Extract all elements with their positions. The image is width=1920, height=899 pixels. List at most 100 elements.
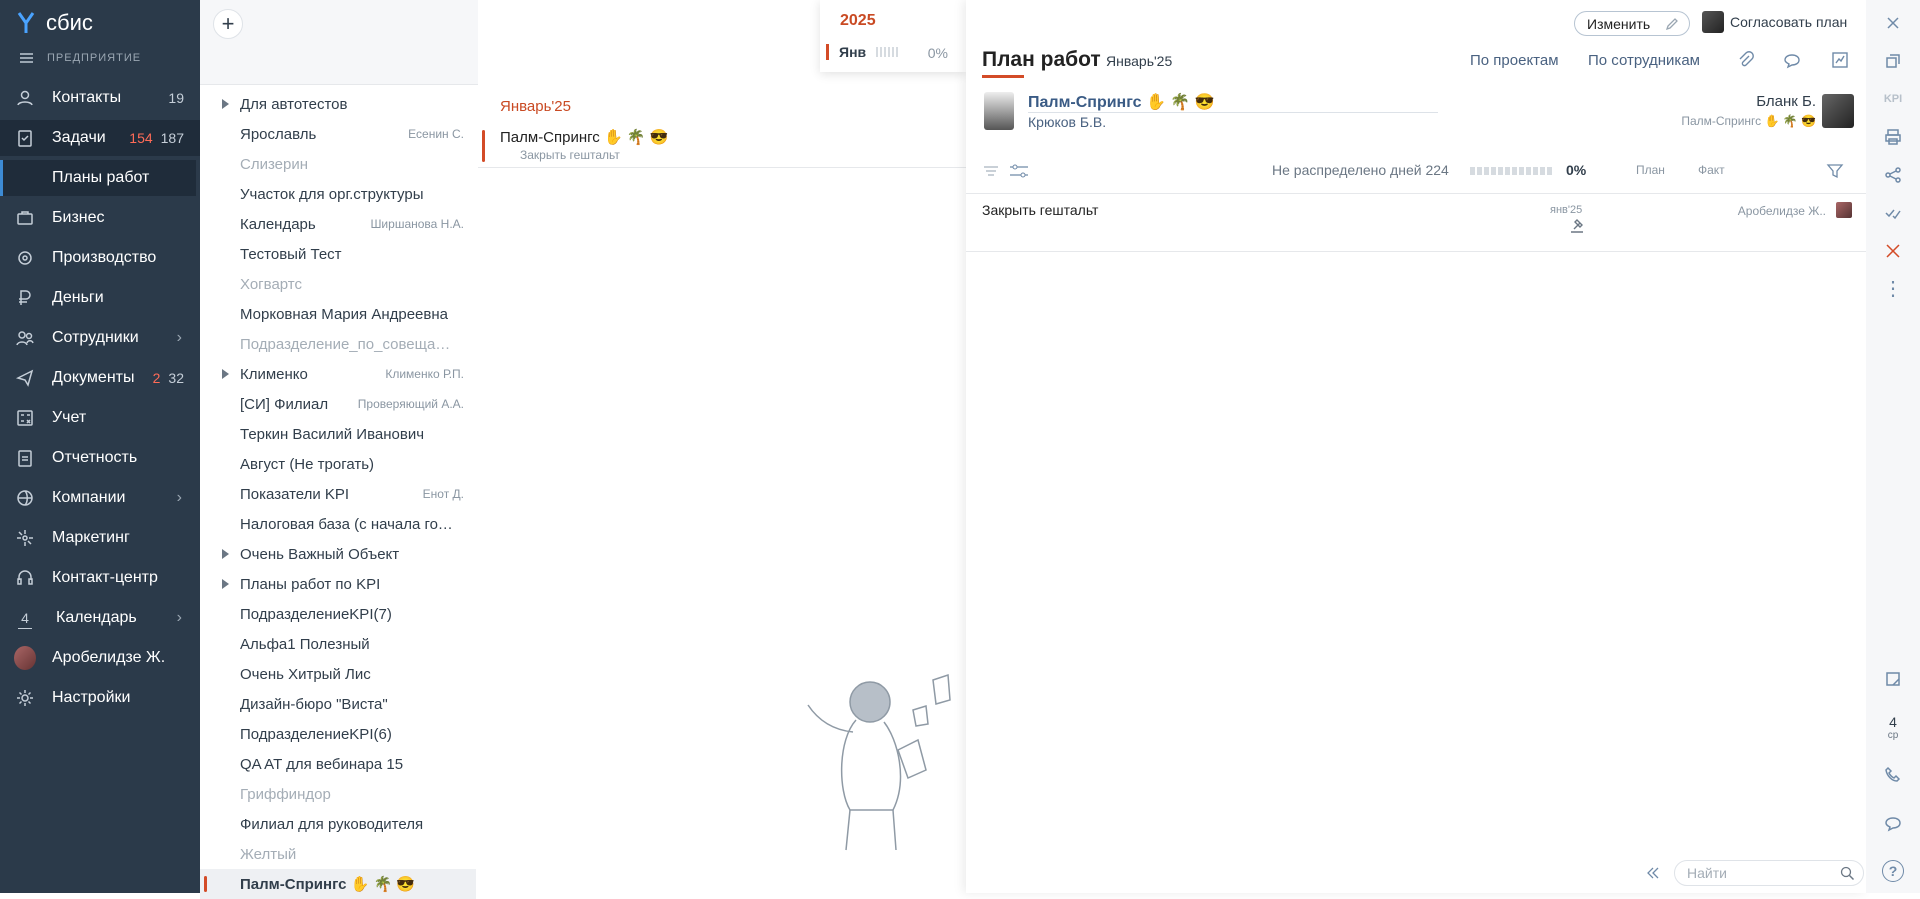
list-item[interactable]: Хогвартс xyxy=(200,269,476,299)
nav-accounting[interactable]: Учет xyxy=(0,400,200,436)
page-title: План работ xyxy=(982,48,1101,71)
month-item-jan[interactable]: Янв xyxy=(826,44,899,60)
list-item[interactable]: Налоговая база (с начала года) xyxy=(200,509,476,539)
list-item[interactable]: Гриффиндор xyxy=(200,779,476,809)
print-icon[interactable] xyxy=(1882,126,1904,148)
list-item[interactable]: Филиал для руководителя xyxy=(200,809,476,839)
nav-settings[interactable]: Настройки xyxy=(0,680,200,716)
count-value: 187 xyxy=(160,130,184,146)
nav-label: Планы работ xyxy=(52,169,150,186)
expand-triangle-icon[interactable] xyxy=(222,549,229,559)
list-item[interactable]: Палм-Спрингс ✋ 🌴 😎 xyxy=(200,869,476,899)
approve-icon[interactable] xyxy=(1882,202,1904,224)
nav-tasks[interactable]: Задачи 154 187 xyxy=(0,120,200,156)
list-item-name: Август (Не трогать) xyxy=(240,455,375,473)
expand-triangle-icon[interactable] xyxy=(222,99,229,109)
nav-user-profile[interactable]: Аробелидзе Ж. xyxy=(0,640,200,676)
logo[interactable]: сбис xyxy=(16,10,93,36)
approver-avatar xyxy=(1702,11,1724,33)
list-item[interactable]: [СИ] Филиал Проверяющий А.А. xyxy=(200,389,476,419)
list-item[interactable]: Желтый xyxy=(200,839,476,869)
close-icon[interactable] xyxy=(1882,12,1904,34)
list-item[interactable]: Тестовый Тест xyxy=(200,239,476,269)
col-fact-header: Факт xyxy=(1698,163,1725,177)
list-item[interactable]: Участок для орг.структуры xyxy=(200,179,476,209)
list-item[interactable]: Очень Важный Объект xyxy=(200,539,476,569)
tab-by-projects[interactable]: По проектам xyxy=(1470,52,1559,69)
notes-icon[interactable] xyxy=(1882,668,1904,690)
list-item[interactable]: Альфа1 Полезный xyxy=(200,629,476,659)
section-label: ПРЕДПРИЯТИЕ xyxy=(47,52,142,64)
preview-title: Палм-Спрингс ✋ 🌴 😎 xyxy=(500,129,669,146)
list-item[interactable]: Календарь Ширшанова Н.А. xyxy=(200,209,476,239)
list-item-name: Участок для орг.структуры xyxy=(240,185,424,203)
documents-icon xyxy=(14,367,36,389)
nav-count: 2 32 xyxy=(153,370,184,386)
help-icon[interactable]: ? xyxy=(1882,860,1904,882)
nav-money[interactable]: Деньги xyxy=(0,280,200,316)
nav-contact-center[interactable]: Контакт-центр xyxy=(0,560,200,596)
add-button[interactable]: + xyxy=(213,9,243,39)
menu-toggle[interactable]: ПРЕДПРИЯТИЕ xyxy=(20,52,141,64)
staff-icon xyxy=(14,327,36,349)
collapse-left-icon[interactable] xyxy=(1644,864,1662,882)
sort-icon[interactable] xyxy=(982,162,1000,180)
list-item[interactable]: Август (Не трогать) xyxy=(200,449,476,479)
expand-triangle-icon[interactable] xyxy=(222,369,229,379)
nav-staff[interactable]: Сотрудники › xyxy=(0,320,200,356)
list-header xyxy=(200,0,478,78)
chat-icon[interactable] xyxy=(1882,812,1904,834)
month-selector[interactable]: 2025 Янв 0% xyxy=(820,0,966,72)
report-icon[interactable] xyxy=(1830,50,1850,70)
list-item[interactable]: ПодразделениеKPI(6) xyxy=(200,719,476,749)
list-item[interactable]: Теркин Василий Иванович xyxy=(200,419,476,449)
nav-contacts[interactable]: Контакты 19 xyxy=(0,80,200,116)
list-item[interactable]: Подразделение_по_совещаниям xyxy=(200,329,476,359)
blank-author[interactable]: Бланк Б. xyxy=(1756,93,1816,110)
list-item[interactable]: Планы работ по KPI xyxy=(200,569,476,599)
list-item[interactable]: QA AT для вебинара 15 xyxy=(200,749,476,779)
comments-icon[interactable] xyxy=(1782,50,1802,70)
expand-triangle-icon[interactable] xyxy=(222,579,229,589)
filter-icon[interactable] xyxy=(1826,162,1844,180)
list-item[interactable]: Очень Хитрый Лис xyxy=(200,659,476,689)
nav-documents[interactable]: Документы 2 32 xyxy=(0,360,200,396)
edit-button[interactable]: Изменить xyxy=(1574,11,1690,36)
delete-icon[interactable] xyxy=(1882,240,1904,262)
list-item[interactable]: Ярославль Есенин С. xyxy=(200,119,476,149)
list-item[interactable]: Показатели KPI Енот Д. xyxy=(200,479,476,509)
nav-companies[interactable]: Компании › xyxy=(0,480,200,516)
settings-sliders-icon[interactable] xyxy=(1008,162,1030,180)
plan-responsible[interactable]: Крюков Б.В. xyxy=(1028,114,1106,130)
list-item-owner: Енот Д. xyxy=(422,487,464,501)
list-item[interactable]: Морковная Мария Андреевна xyxy=(200,299,476,329)
more-icon[interactable]: ⋮ xyxy=(1882,278,1904,300)
nav-work-plans[interactable]: Планы работ xyxy=(0,160,196,196)
phone-icon[interactable] xyxy=(1882,764,1904,786)
plan-preview-item[interactable]: Палм-Спрингс ✋ 🌴 😎 Закрыть гештальт xyxy=(478,126,966,168)
paperclip-icon[interactable] xyxy=(1736,50,1756,70)
search-icon[interactable] xyxy=(1840,866,1855,881)
task-row[interactable]: Закрыть гештальт янв'25 Аробелидзе Ж.. xyxy=(966,194,1866,252)
nav-reporting[interactable]: Отчетность xyxy=(0,440,200,476)
share-icon[interactable] xyxy=(1882,164,1904,186)
nav-business[interactable]: Бизнес xyxy=(0,200,200,236)
year-label[interactable]: 2025 xyxy=(840,12,876,30)
month-progress xyxy=(876,47,899,57)
list-item[interactable]: Слизерин xyxy=(200,149,476,179)
list-item[interactable]: Для автотестов xyxy=(200,89,476,119)
nav-calendar[interactable]: 4 Календарь › xyxy=(0,600,200,636)
calendar-widget[interactable]: 4 ср xyxy=(1881,712,1905,742)
approve-plan-button[interactable]: Согласовать план xyxy=(1702,11,1847,33)
list-item[interactable]: ПодразделениеKPI(7) xyxy=(200,599,476,629)
new-window-icon[interactable] xyxy=(1882,50,1904,72)
plan-name[interactable]: Палм-Спрингс ✋ 🌴 😎 xyxy=(1028,92,1215,112)
nav-production[interactable]: Производство xyxy=(0,240,200,276)
chevron-right-icon: › xyxy=(176,609,182,626)
search-input[interactable]: Найти xyxy=(1674,860,1864,886)
list-item[interactable]: Клименко Клименко Р.П. xyxy=(200,359,476,389)
tab-by-staff[interactable]: По сотрудникам xyxy=(1588,52,1700,69)
kpi-button[interactable]: KPI xyxy=(1882,88,1904,110)
nav-marketing[interactable]: Маркетинг xyxy=(0,520,200,556)
list-item[interactable]: Дизайн-бюро "Виста" xyxy=(200,689,476,719)
